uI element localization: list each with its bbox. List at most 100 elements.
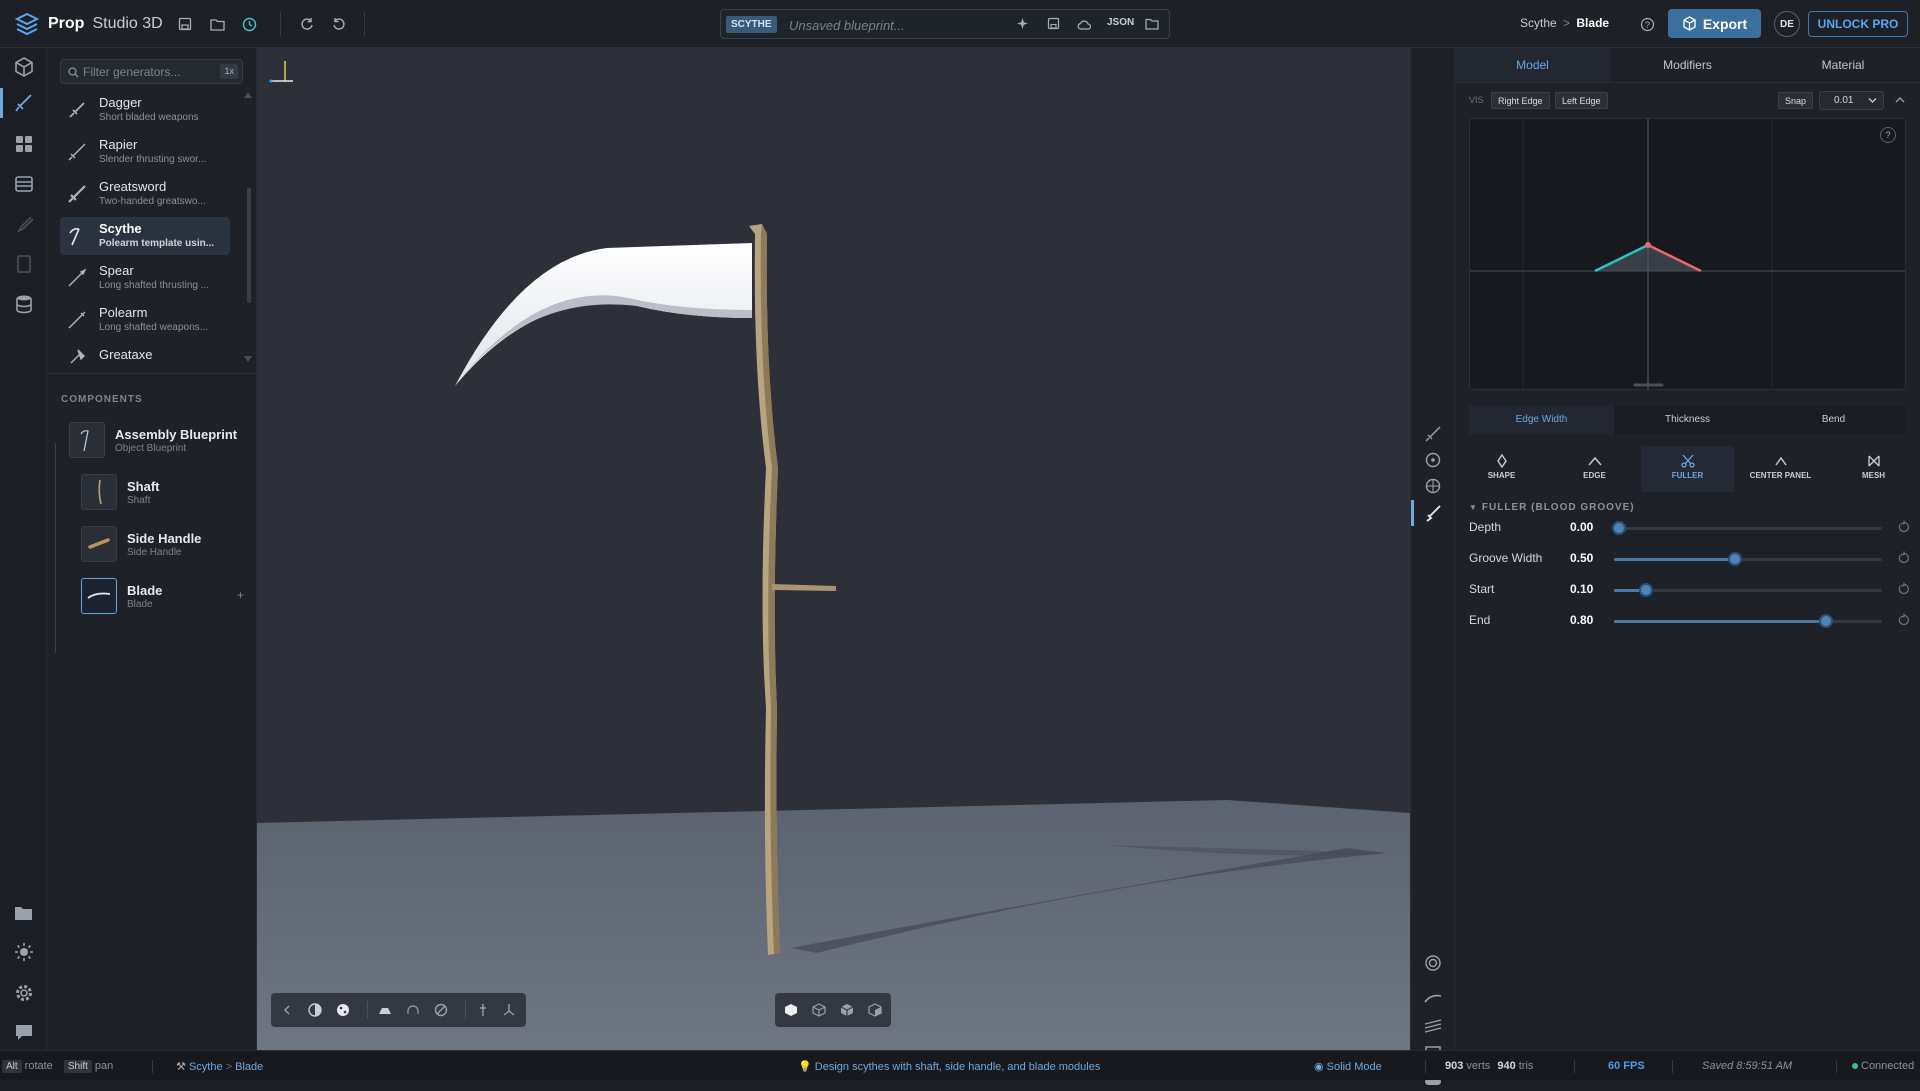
generator-item-dagger[interactable]: Dagger Short bladed weapons xyxy=(60,91,230,129)
sparkle-icon[interactable] xyxy=(1016,17,1029,33)
left-edge-button[interactable]: Left Edge xyxy=(1555,92,1608,109)
status-crumb-current[interactable]: Blade xyxy=(235,1061,263,1073)
ring-tool-icon[interactable] xyxy=(1423,953,1443,973)
grid-nav-icon[interactable] xyxy=(12,132,36,156)
sword-nav-icon[interactable] xyxy=(12,91,36,115)
generator-item-spear[interactable]: Spear Long shafted thrusting ... xyxy=(60,259,230,297)
right-edge-button[interactable]: Right Edge xyxy=(1491,92,1550,109)
subtab-edge-width[interactable]: Edge Width xyxy=(1469,406,1614,434)
param-value[interactable]: 0.80 xyxy=(1570,613,1593,627)
sun-icon[interactable] xyxy=(12,940,36,964)
slider-knob[interactable] xyxy=(1727,552,1742,566)
modtab-shape[interactable]: SHAPE xyxy=(1455,446,1548,492)
arch-icon[interactable] xyxy=(405,1002,421,1018)
reset-icon[interactable] xyxy=(1897,613,1911,627)
export-button[interactable]: Export xyxy=(1668,9,1761,38)
save-disk-icon[interactable] xyxy=(1047,17,1060,33)
pin-icon[interactable] xyxy=(475,1002,491,1018)
render-mode-indicator[interactable]: ◉ Solid Mode xyxy=(1314,1060,1382,1073)
blade-tool-icon[interactable] xyxy=(1423,503,1443,523)
reset-icon[interactable] xyxy=(1897,520,1911,534)
modtab-center-panel[interactable]: CENTER PANEL xyxy=(1734,446,1827,492)
unlock-pro-button[interactable]: UNLOCK PRO xyxy=(1808,11,1908,37)
gear-icon[interactable] xyxy=(12,981,36,1005)
shading-icon[interactable] xyxy=(307,1002,323,1018)
cloud-icon[interactable] xyxy=(1077,18,1092,33)
undo-icon[interactable] xyxy=(329,14,349,34)
add-icon[interactable]: + xyxy=(237,588,244,602)
generator-scrollbar[interactable] xyxy=(247,188,251,303)
folder-icon[interactable] xyxy=(1145,18,1159,33)
generator-item-scythe[interactable]: Scythe Polearm template usin... xyxy=(60,217,230,255)
no-symbol-icon[interactable] xyxy=(433,1002,449,1018)
wireframe-cube-icon[interactable] xyxy=(811,1002,827,1018)
generator-item-greataxe[interactable]: Greataxe xyxy=(60,343,230,365)
redo-icon[interactable] xyxy=(297,14,317,34)
slider-knob[interactable] xyxy=(1818,614,1833,628)
fuller-section-header[interactable]: ▼ FULLER (BLOOD GROOVE) xyxy=(1469,502,1635,513)
floor-icon[interactable] xyxy=(377,1002,393,1018)
json-button[interactable]: JSON xyxy=(1107,17,1134,28)
param-slider[interactable] xyxy=(1612,521,1882,535)
param-slider[interactable] xyxy=(1614,583,1882,597)
tab-model[interactable]: Model xyxy=(1455,48,1610,82)
tab-modifiers[interactable]: Modifiers xyxy=(1610,48,1765,82)
reset-icon[interactable] xyxy=(1897,551,1911,565)
texture-sphere-icon[interactable] xyxy=(335,1002,351,1018)
slider-knob[interactable] xyxy=(1639,583,1654,597)
app-logo[interactable]: Prop Studio 3D xyxy=(14,11,163,37)
database-nav-icon[interactable] xyxy=(12,292,36,316)
component-side-handle[interactable]: Side Handle Side Handle xyxy=(81,526,249,566)
component-blade[interactable]: Blade Blade + xyxy=(81,578,249,618)
modtab-fuller[interactable]: FULLER xyxy=(1641,446,1734,492)
chat-icon[interactable] xyxy=(12,1020,36,1044)
curve-tool-icon[interactable] xyxy=(1423,988,1443,1008)
brush-nav-icon[interactable] xyxy=(12,212,36,236)
param-slider[interactable] xyxy=(1614,614,1882,628)
subtab-thickness[interactable]: Thickness xyxy=(1615,406,1760,434)
component-assembly-blueprint[interactable]: Assembly Blueprint Object Blueprint xyxy=(69,422,249,462)
3d-viewport[interactable] xyxy=(257,48,1410,1050)
cube-nav-icon[interactable] xyxy=(12,55,36,79)
snap-button[interactable]: Snap xyxy=(1778,92,1814,109)
param-value[interactable]: 0.10 xyxy=(1570,582,1593,596)
sword-tool-icon[interactable] xyxy=(1423,424,1443,444)
help-icon[interactable]: ? xyxy=(1637,14,1657,34)
reset-icon[interactable] xyxy=(1897,582,1911,596)
folder-open-icon[interactable] xyxy=(12,901,36,925)
param-value[interactable]: 0.50 xyxy=(1570,551,1593,565)
layers-nav-icon[interactable] xyxy=(12,172,36,196)
generator-item-polearm[interactable]: Polearm Long shafted weapons... xyxy=(60,301,230,339)
subtab-bend[interactable]: Bend xyxy=(1761,406,1906,434)
scroll-up-icon[interactable] xyxy=(244,92,252,98)
document-name[interactable]: Unsaved blueprint... xyxy=(789,18,905,33)
param-slider[interactable] xyxy=(1614,552,1882,566)
scene-render[interactable] xyxy=(257,48,1410,1050)
history-icon[interactable] xyxy=(239,14,259,34)
profile-curve[interactable] xyxy=(1470,119,1906,390)
solid-cube-icon[interactable] xyxy=(783,1002,799,1018)
file-nav-icon[interactable] xyxy=(12,252,36,276)
generator-item-greatsword[interactable]: Greatsword Two-handed greatswo... xyxy=(60,175,230,213)
status-crumb-item[interactable]: Scythe xyxy=(189,1061,223,1073)
modtab-edge[interactable]: EDGE xyxy=(1548,446,1641,492)
generator-item-rapier[interactable]: Rapier Slender thrusting swor... xyxy=(60,133,230,171)
snap-select[interactable]: 0.01 xyxy=(1819,91,1884,110)
component-shaft[interactable]: Shaft Shaft xyxy=(81,474,249,514)
open-folder-icon[interactable] xyxy=(207,14,227,34)
pivot-tool-icon[interactable] xyxy=(1423,476,1443,496)
avatar[interactable]: DE xyxy=(1774,11,1800,37)
tab-material[interactable]: Material xyxy=(1765,48,1920,82)
chevron-left-icon[interactable] xyxy=(279,1002,295,1018)
hatch-tool-icon[interactable] xyxy=(1423,1016,1443,1036)
graph-help-button[interactable]: ? xyxy=(1880,127,1896,143)
edge-profile-graph[interactable]: ? xyxy=(1469,118,1906,390)
param-value[interactable]: 0.00 xyxy=(1570,520,1593,534)
axes-icon[interactable] xyxy=(501,1002,517,1018)
breadcrumb-item[interactable]: Scythe xyxy=(1520,16,1557,30)
textured-cube-icon[interactable] xyxy=(867,1002,883,1018)
save-icon[interactable] xyxy=(175,14,195,34)
slider-knob[interactable] xyxy=(1612,521,1627,535)
chevron-up-icon[interactable] xyxy=(1895,96,1905,104)
filter-generators-input[interactable]: Filter generators... 1x xyxy=(60,59,243,84)
